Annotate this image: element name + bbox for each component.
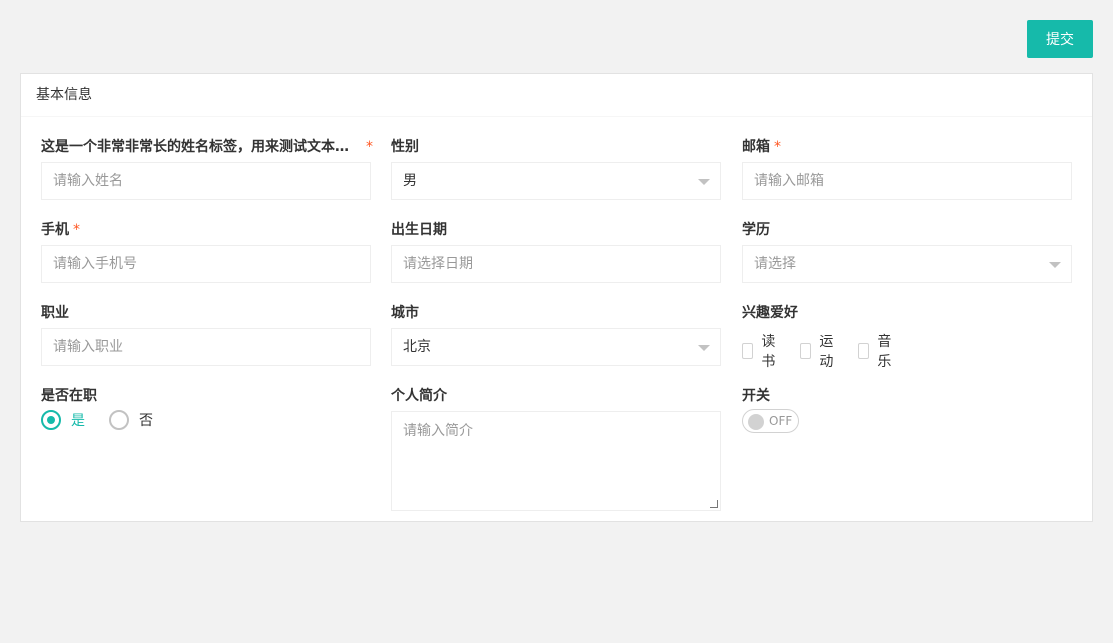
phone-input[interactable]: [41, 245, 371, 283]
name-input[interactable]: [41, 162, 371, 200]
hobby-label: 运动: [819, 334, 834, 370]
city-select[interactable]: 北京: [391, 328, 721, 366]
bio-textarea[interactable]: 请输入简介: [391, 411, 721, 511]
bio-placeholder: 请输入简介: [403, 423, 473, 439]
birthdate-label: 出生日期: [391, 222, 447, 238]
email-input[interactable]: [742, 162, 1072, 200]
toggle-switch[interactable]: OFF: [742, 409, 799, 433]
phone-required-mark: *: [73, 222, 80, 238]
hobby-label: 读书: [761, 334, 776, 370]
hobby-checkbox-music[interactable]: 音乐: [858, 331, 896, 371]
radio-unchecked-icon: [109, 410, 129, 430]
occupation-input[interactable]: [41, 328, 371, 366]
hobbies-options: 读书 运动 音乐: [742, 331, 916, 371]
checkbox-icon: [858, 343, 870, 359]
employed-radio-no[interactable]: 否: [109, 410, 153, 430]
birthdate-input[interactable]: [391, 245, 721, 283]
email-label: 邮箱 *: [742, 139, 781, 155]
switch-knob: [748, 414, 764, 430]
city-value: 北京: [403, 339, 431, 355]
chevron-down-icon: [698, 179, 710, 185]
name-required-mark: *: [366, 139, 373, 155]
hobbies-label: 兴趣爱好: [742, 305, 798, 321]
gender-select[interactable]: 男: [391, 162, 721, 200]
checkbox-icon: [800, 343, 812, 359]
name-label: 这是一个非常非常长的姓名标签，用来测试文本…: [41, 139, 349, 155]
city-label: 城市: [391, 305, 419, 321]
employed-radio-yes[interactable]: 是: [41, 410, 85, 430]
gender-value: 男: [403, 173, 417, 189]
bio-label: 个人简介: [391, 388, 447, 404]
radio-label: 否: [139, 413, 153, 429]
card-title: 基本信息: [21, 74, 1092, 117]
hobby-checkbox-sports[interactable]: 运动: [800, 331, 838, 371]
radio-label: 是: [71, 413, 85, 429]
radio-checked-icon: [41, 410, 61, 430]
gender-label: 性别: [391, 139, 419, 155]
switch-label: 开关: [742, 388, 770, 404]
basic-info-card: 基本信息 这是一个非常非常长的姓名标签，用来测试文本… * 性别 男 邮箱* 手…: [20, 73, 1093, 522]
hobby-label: 音乐: [877, 334, 892, 370]
employed-label: 是否在职: [41, 388, 97, 404]
switch-state: OFF: [769, 414, 793, 428]
hobby-checkbox-reading[interactable]: 读书: [742, 331, 780, 371]
submit-button[interactable]: 提交: [1027, 20, 1093, 58]
resize-grip-icon[interactable]: [710, 500, 718, 508]
employed-options: 是 否: [41, 410, 177, 430]
education-label: 学历: [742, 222, 770, 238]
chevron-down-icon: [698, 345, 710, 351]
education-select[interactable]: 请选择: [742, 245, 1072, 283]
checkbox-icon: [742, 343, 754, 359]
education-placeholder: 请选择: [754, 256, 796, 272]
phone-label: 手机 *: [41, 222, 80, 238]
email-required-mark: *: [774, 139, 781, 155]
chevron-down-icon: [1049, 262, 1061, 268]
occupation-label: 职业: [41, 305, 69, 321]
